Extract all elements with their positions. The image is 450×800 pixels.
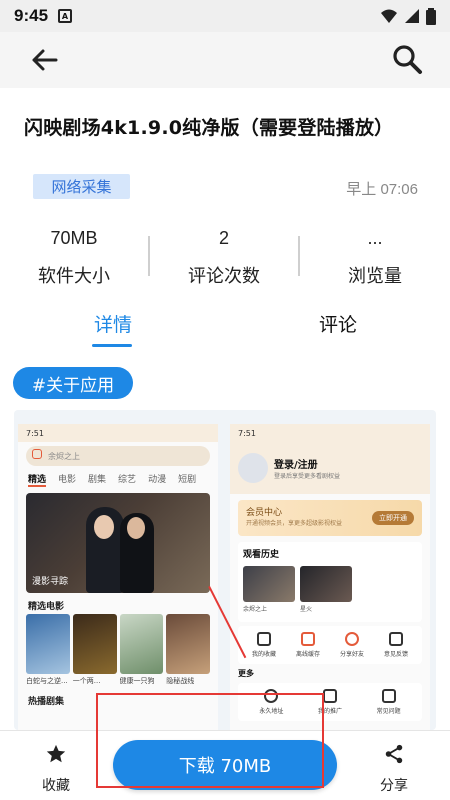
top-app-bar <box>0 32 450 88</box>
phone-status: 7:51 <box>230 424 430 442</box>
back-arrow-icon[interactable] <box>28 44 60 76</box>
stat-divider <box>298 236 300 276</box>
poster-caption: 白蛇与之逆... <box>26 677 68 685</box>
app-title: 闪映剧场4k1.9.0纯净版（需要登陆播放） <box>24 117 394 139</box>
search-icon[interactable] <box>390 42 424 76</box>
phone-cat: 综艺 <box>118 475 137 485</box>
poster <box>119 614 164 674</box>
share-button[interactable]: 分享 <box>364 743 424 795</box>
banner-face <box>127 517 145 539</box>
stat-views-value: ... <box>367 228 383 248</box>
phone-time: 7:51 <box>26 428 44 438</box>
grid-label: 离线缓存 <box>295 651 320 658</box>
stat-views: ... 浏览量 <box>310 228 440 288</box>
grid-label: 常见问题 <box>376 708 401 715</box>
phone-search-bar: 余烬之上 <box>26 446 210 466</box>
poster <box>72 614 117 674</box>
stat-views-label: 浏览量 <box>348 266 402 287</box>
download-icon <box>301 632 315 646</box>
stat-comments-label: 评论次数 <box>188 266 260 287</box>
share-label: 分享 <box>380 778 408 794</box>
feedback-icon <box>389 632 403 646</box>
history-caption: 余烬之上 <box>243 606 268 613</box>
publish-time: 早上 07:06 <box>346 181 418 198</box>
star-icon <box>46 744 66 763</box>
banner-face <box>94 515 114 539</box>
stat-comments: 2 评论次数 <box>159 228 289 288</box>
vip-card: 会员中心 开通视频会员，享更多超级影视权益 立即开通 <box>238 500 422 536</box>
phone-section-movies: 精选电影 <box>28 602 65 612</box>
question-icon <box>381 689 396 703</box>
stat-size: 70MB 软件大小 <box>9 228 139 288</box>
tab-details[interactable]: 详情 <box>94 310 132 337</box>
history-thumb <box>243 566 295 602</box>
phone-posters <box>18 614 218 674</box>
phone-screen-home: 7:51 余烬之上 精选 电影 剧集 综艺 动漫 短剧 漫影寻踪 精选电影 白蛇… <box>18 424 218 730</box>
history-card: 观看历史 余烬之上 星火 <box>238 542 422 622</box>
status-icons <box>380 7 436 25</box>
share-icon <box>345 632 359 646</box>
poster <box>166 614 210 674</box>
section-about-app: #关于应用 <box>13 367 133 399</box>
phone-status: 7:51 <box>18 424 218 442</box>
tab-indicator <box>92 344 132 347</box>
feature-grid: 我的收藏 离线缓存 分享好友 意见反馈 <box>238 626 422 664</box>
stat-size-value: 70MB <box>50 228 98 248</box>
grid-item: 常见问题 <box>371 689 407 715</box>
grid-item: 分享好友 <box>334 632 370 658</box>
phone-cat: 动漫 <box>148 475 167 485</box>
stat-size-label: 软件大小 <box>38 266 110 287</box>
poster-caption: 健康一只狗 <box>119 677 155 685</box>
grid-item: 意见反馈 <box>378 632 414 658</box>
grid-item: 我的收藏 <box>246 632 282 658</box>
history-captions: 余烬之上 星火 <box>243 604 417 613</box>
avatar <box>238 453 268 483</box>
banner-caption: 漫影寻踪 <box>32 577 69 587</box>
share-icon <box>385 744 403 764</box>
tab-comments[interactable]: 评论 <box>319 310 357 337</box>
phone-cat: 剧集 <box>88 475 107 485</box>
history-title: 观看历史 <box>243 550 280 560</box>
notification-icon: A <box>58 9 73 23</box>
more-title: 更多 <box>238 669 254 678</box>
star-icon <box>257 632 271 646</box>
grid-label: 分享好友 <box>339 651 364 658</box>
stat-divider <box>148 236 150 276</box>
status-bar: 9:45 A <box>0 0 450 32</box>
grid-icon <box>322 689 337 703</box>
phone-time: 7:51 <box>238 428 256 438</box>
poster-caption: 一个两... <box>72 677 101 685</box>
phone-categories: 精选 电影 剧集 综艺 动漫 短剧 <box>18 470 218 489</box>
phone-search-text: 余烬之上 <box>48 451 80 461</box>
login-title: 登录/注册 <box>274 460 318 471</box>
signal-icon <box>405 9 419 23</box>
phone-cat: 短剧 <box>178 475 197 485</box>
history-caption: 星火 <box>300 606 313 613</box>
poster <box>26 614 70 674</box>
app-logo-icon <box>32 449 42 459</box>
wifi-icon <box>381 9 397 23</box>
phone-screen-profile: 7:51 登录/注册 登录后享受更多看剧权益 会员中心 开通视频会员，享更多超级… <box>230 424 430 730</box>
grid-label: 我的收藏 <box>251 651 276 658</box>
favorite-label: 收藏 <box>42 778 70 794</box>
poster-caption: 隐秘战线 <box>166 677 195 685</box>
stat-comments-value: 2 <box>218 228 229 248</box>
app-screenshot[interactable]: 7:51 余烬之上 精选 电影 剧集 综艺 动漫 短剧 漫影寻踪 精选电影 白蛇… <box>14 410 436 730</box>
phone-cat: 精选 <box>28 472 47 487</box>
status-time: 9:45 <box>14 6 49 25</box>
category-badge[interactable]: 网络采集 <box>33 174 130 199</box>
history-thumb <box>300 566 352 602</box>
phone-login-row: 登录/注册 登录后享受更多看剧权益 <box>230 442 430 494</box>
phone-cat: 电影 <box>58 475 77 485</box>
favorite-button[interactable]: 收藏 <box>26 743 86 795</box>
grid-label: 意见反馈 <box>383 651 408 658</box>
grid-item: 离线缓存 <box>290 632 326 658</box>
login-subtitle: 登录后享受更多看剧权益 <box>274 473 341 480</box>
phone-banner: 漫影寻踪 <box>26 493 210 593</box>
battery-icon <box>426 7 436 25</box>
poster-captions: 白蛇与之逆... 一个两... 健康一只狗 隐秘战线 <box>18 674 218 688</box>
history-thumbs <box>243 566 417 602</box>
highlight-box <box>96 693 324 788</box>
vip-button: 立即开通 <box>372 511 414 525</box>
